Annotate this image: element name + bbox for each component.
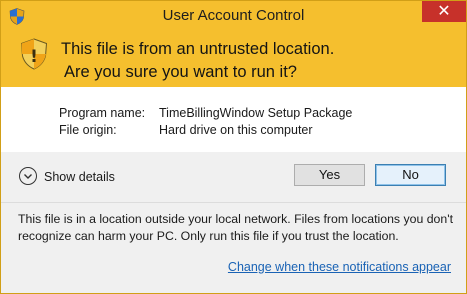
- uac-dialog: User Account Control ✕ ! This file is fr…: [0, 0, 467, 294]
- file-origin-value: Hard drive on this computer: [159, 123, 313, 137]
- footer-panel: This file is in a location outside your …: [1, 203, 466, 293]
- svg-text:!: !: [30, 47, 38, 67]
- warning-message: This file is in a location outside your …: [18, 212, 453, 243]
- file-origin-row: File origin: Hard drive on this computer: [59, 123, 313, 137]
- show-details-label[interactable]: Show details: [44, 170, 115, 184]
- program-name-label: Program name:: [59, 106, 146, 120]
- banner-text: This file is from an untrusted location.…: [61, 38, 334, 84]
- action-bar: Show details Yes No: [1, 152, 466, 203]
- close-button[interactable]: ✕: [422, 1, 466, 22]
- file-origin-label: File origin:: [59, 123, 117, 137]
- title-bar[interactable]: User Account Control ✕: [1, 1, 466, 33]
- program-name-value: TimeBillingWindow Setup Package: [159, 106, 353, 120]
- chevron-down-icon[interactable]: [19, 167, 37, 185]
- notification-settings-link[interactable]: Change when these notifications appear: [228, 260, 451, 274]
- program-info-panel: Program name: TimeBillingWindow Setup Pac…: [1, 87, 466, 159]
- banner-headline: This file is from an untrusted location.: [61, 40, 335, 58]
- uac-shield-icon: !: [20, 38, 48, 70]
- program-name-row: Program name: TimeBillingWindow Setup Pac…: [59, 106, 352, 120]
- banner-question: Are you sure you want to run it?: [64, 63, 297, 81]
- no-button[interactable]: No: [375, 164, 446, 186]
- yes-button[interactable]: Yes: [294, 164, 365, 186]
- window-title: User Account Control: [162, 7, 305, 24]
- warning-banner: ! This file is from an untrusted locatio…: [1, 33, 466, 95]
